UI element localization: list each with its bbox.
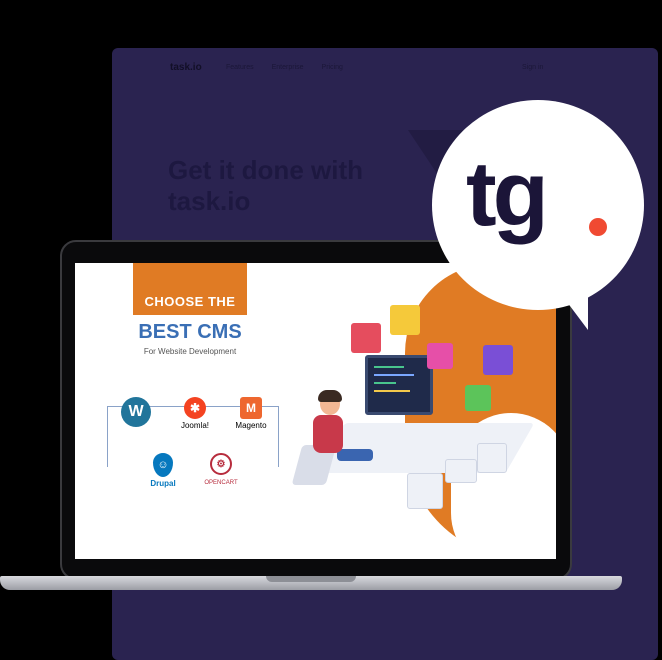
cms-opencart: ⚙ OPENCART	[199, 453, 243, 486]
tg-logo-text: tg	[466, 143, 549, 245]
opencart-label: OPENCART	[204, 480, 238, 486]
magento-icon: M	[240, 397, 262, 419]
person-legs	[337, 449, 373, 461]
title-best-cms: BEST CMS	[138, 321, 242, 343]
drupal-label: Drupal	[150, 479, 176, 488]
cms-magento: M Magento	[229, 397, 273, 430]
nav-sign-in[interactable]: Sign in	[522, 64, 543, 71]
background-nav: Features Enterprise Pricing	[226, 64, 343, 71]
person-hair	[318, 390, 342, 402]
tg-badge-tail	[558, 290, 588, 330]
box-icon	[445, 459, 477, 483]
code-line	[374, 382, 396, 384]
nav-link-features[interactable]: Features	[226, 64, 254, 71]
cms-wordpress: W	[121, 397, 151, 429]
cms-drupal: ☺ Drupal	[145, 453, 181, 488]
background-brand: task.io	[170, 62, 202, 73]
green-cube-icon	[465, 385, 491, 411]
drupal-icon: ☺	[153, 453, 173, 477]
joomla-label: Joomla!	[180, 421, 209, 430]
code-cube-icon	[483, 345, 513, 375]
person-body	[313, 415, 343, 453]
red-cube-icon	[351, 323, 381, 353]
cms-joomla: ✱ Joomla!	[173, 397, 217, 430]
nav-link-pricing[interactable]: Pricing	[322, 64, 343, 71]
joomla-icon: ✱	[184, 397, 206, 419]
laptop-notch	[266, 576, 356, 582]
code-line	[374, 390, 410, 392]
search-cube-icon	[427, 343, 453, 369]
yellow-cube-icon	[390, 305, 420, 335]
box-icon	[477, 443, 507, 473]
monitor-illustration	[365, 355, 433, 415]
opencart-icon: ⚙	[210, 453, 232, 475]
background-headline: Get it done with task.io	[168, 155, 363, 216]
code-line	[374, 366, 404, 368]
code-line	[374, 374, 414, 376]
gear-box-icon	[407, 473, 443, 509]
title-choose: CHOOSE THE	[144, 294, 236, 309]
nav-link-enterprise[interactable]: Enterprise	[272, 64, 304, 71]
tg-logo-dot	[589, 218, 607, 236]
laptop-screen: CHOOSE THE BEST CMS For Website Developm…	[75, 263, 556, 559]
title-subtitle: For Website Development	[143, 347, 237, 356]
magento-label: Magento	[235, 421, 267, 430]
wordpress-icon: W	[121, 397, 151, 427]
